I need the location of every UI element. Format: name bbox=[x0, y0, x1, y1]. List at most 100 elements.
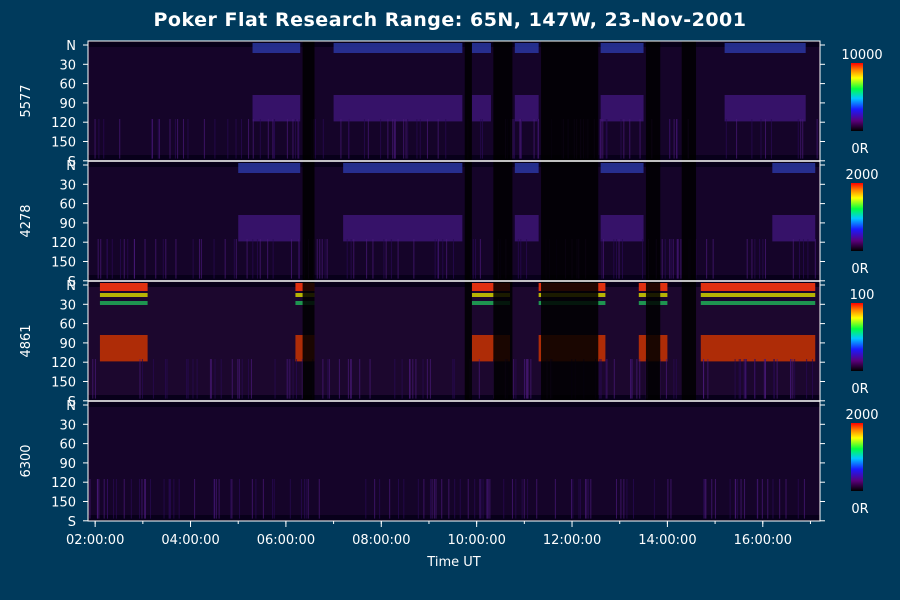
panel-4861-streak bbox=[806, 359, 808, 399]
panel-6300-streak bbox=[138, 479, 140, 519]
panel-4278-streak bbox=[712, 239, 714, 279]
panel-5577-streak bbox=[169, 119, 171, 159]
panel-5577-streak bbox=[673, 119, 675, 159]
panel-4278-streak bbox=[119, 239, 121, 279]
y-tick-label: 90 bbox=[59, 217, 76, 232]
panel-4861-streak bbox=[292, 359, 294, 399]
panel-4861-streak bbox=[186, 359, 188, 399]
panel-4861-streak bbox=[745, 359, 747, 399]
panel-5577-streak bbox=[152, 119, 154, 159]
y-tick-label: 120 bbox=[51, 236, 76, 251]
panel-4278-streak bbox=[677, 239, 679, 279]
panel-4861-streak bbox=[811, 359, 813, 399]
panel-6300-streak bbox=[141, 479, 143, 519]
panel-5577-emission-band bbox=[514, 95, 539, 122]
panel-4861-streak bbox=[773, 359, 775, 399]
panel-5577-streak bbox=[158, 119, 160, 159]
panel-4278-streak bbox=[754, 239, 756, 279]
panel-4861-streak bbox=[415, 359, 417, 399]
panel-6300-streak bbox=[231, 479, 233, 519]
panel-4278-colorbar-max: 2000 bbox=[845, 168, 878, 183]
panel-6300-streak bbox=[215, 479, 217, 519]
panel-5577-emission-band bbox=[724, 43, 806, 53]
panel-4861-streak bbox=[338, 359, 340, 399]
panel-6300-streak bbox=[757, 479, 759, 519]
panel-4278-streak bbox=[520, 239, 522, 279]
panel-4861-streak bbox=[739, 359, 741, 399]
panel-4278-data-gap bbox=[464, 161, 472, 281]
panel-6300-streak bbox=[304, 479, 306, 519]
y-tick-label: 150 bbox=[51, 376, 76, 391]
y-tick-label: 90 bbox=[59, 457, 76, 472]
panel-4861-streak bbox=[703, 359, 705, 399]
panel-4278-streak bbox=[246, 239, 248, 279]
panel-6300-streak bbox=[454, 479, 456, 519]
panel-6300-streak bbox=[586, 479, 588, 519]
panel-5577-streak bbox=[513, 119, 515, 159]
y-tick-label: 90 bbox=[59, 337, 76, 352]
panel-5577-streak bbox=[393, 119, 395, 159]
panel-6300-streak bbox=[262, 479, 264, 519]
panel-4861-streak bbox=[792, 359, 794, 399]
panel-4278-streak bbox=[664, 239, 666, 279]
y-tick-label: S bbox=[68, 515, 76, 530]
panel-5577-colorbar bbox=[851, 63, 863, 131]
panel-4278-streak bbox=[472, 239, 474, 279]
panel-5577-streak bbox=[533, 119, 535, 159]
panel-6300-haze bbox=[88, 407, 820, 515]
panel-4861-streak bbox=[605, 359, 607, 399]
panel-6300-streak bbox=[318, 479, 320, 519]
y-tick-label: 120 bbox=[51, 116, 76, 131]
panel-4861-streak bbox=[210, 359, 212, 399]
y-tick-label: 150 bbox=[51, 496, 76, 511]
panel-4278-streak bbox=[324, 239, 326, 279]
panel-5577-colorbar-min: 0R bbox=[851, 142, 868, 157]
panel-5577-streak bbox=[98, 119, 100, 159]
panel-6300-streak bbox=[239, 479, 241, 519]
panel-6300-streak bbox=[300, 479, 302, 519]
panel-5577-data-gap bbox=[302, 41, 315, 161]
panel-4861-streak bbox=[237, 359, 239, 399]
panel-4278-streak bbox=[618, 239, 620, 279]
panel-6300-streak bbox=[632, 479, 634, 519]
panel-5577-streak bbox=[322, 119, 324, 159]
panel-4861-streak bbox=[192, 359, 194, 399]
panel-6300-streak bbox=[653, 479, 655, 519]
panel-4861-wavelength-label: 4861 bbox=[19, 324, 34, 357]
panel-6300-streak bbox=[417, 479, 419, 519]
panel-4278-streak bbox=[642, 239, 644, 279]
panel-4278-streak bbox=[526, 239, 528, 279]
y-tick-label: 30 bbox=[59, 298, 76, 313]
y-tick-label: N bbox=[66, 399, 76, 414]
panel-4861-streak bbox=[665, 359, 667, 399]
panel-5577-streak bbox=[770, 119, 772, 159]
panel-6300-streak bbox=[214, 479, 216, 519]
panel-4861-streak bbox=[513, 359, 515, 399]
panel-4861-streak bbox=[776, 359, 778, 399]
panel-4278-wavelength-label: 4278 bbox=[19, 204, 34, 237]
panel-5577-streak bbox=[227, 119, 229, 159]
panel-4278-streak bbox=[326, 239, 328, 279]
y-tick-label: N bbox=[66, 159, 76, 174]
panel-4861-streak bbox=[359, 359, 361, 399]
panel-4278-streak bbox=[383, 239, 385, 279]
panel-4861-streak bbox=[707, 359, 709, 399]
panel-4278-streak bbox=[751, 239, 753, 279]
panel-4861-streak bbox=[296, 359, 298, 399]
panel-6300-colorbar bbox=[851, 423, 863, 491]
panel-4861-colorbar bbox=[851, 303, 863, 371]
panel-4861-streak bbox=[328, 359, 330, 399]
x-tick-label: 04:00:00 bbox=[161, 533, 219, 548]
panel-5577-streak bbox=[416, 119, 418, 159]
panel-4861-streak bbox=[599, 359, 601, 399]
panel-4278-streak bbox=[397, 239, 399, 279]
panel-6300-streak bbox=[113, 479, 115, 519]
panel-5577-streak bbox=[94, 119, 96, 159]
panel-5577-streak bbox=[520, 119, 522, 159]
panel-4861-streak bbox=[141, 359, 143, 399]
panel-4278-streak bbox=[613, 239, 615, 279]
x-tick-label: 06:00:00 bbox=[257, 533, 315, 548]
panel-6300-streak bbox=[785, 479, 787, 519]
panel-4278-streak bbox=[162, 239, 164, 279]
panel-4278-emission-band bbox=[238, 163, 301, 173]
